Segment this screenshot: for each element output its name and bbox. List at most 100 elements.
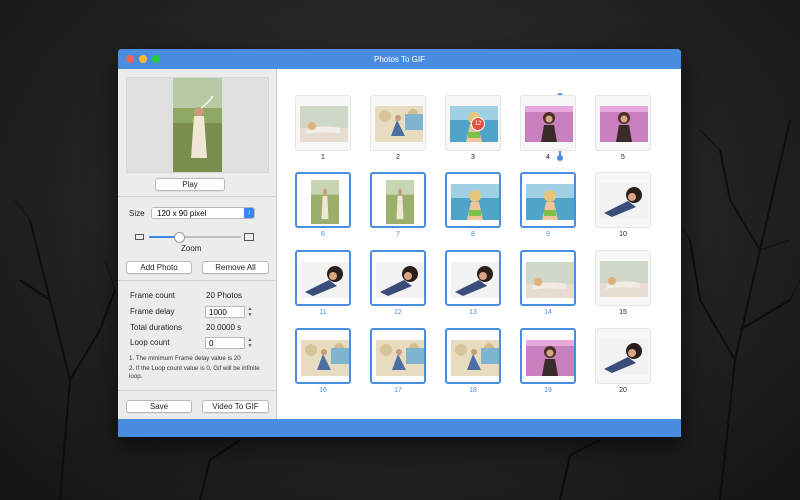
app-window: Photos To GIF Play Size 120 x 90 pixel ↕ xyxy=(118,49,681,437)
thumbnail-image xyxy=(301,340,349,376)
thumbnail-frame xyxy=(370,172,426,228)
zoom-slider-knob[interactable] xyxy=(174,232,186,243)
divider xyxy=(118,196,276,197)
thumbnail-frame xyxy=(295,172,351,228)
zoom-in-icon xyxy=(244,233,254,241)
add-photo-button[interactable]: Add Photo xyxy=(126,261,192,274)
photo-number: 11 xyxy=(319,309,327,316)
save-button[interactable]: Save xyxy=(126,400,192,413)
photo-number: 7 xyxy=(396,231,400,238)
photo-number: 13 xyxy=(469,309,477,316)
photo-number: 18 xyxy=(469,387,477,394)
frame-count-value: 20 Photos xyxy=(206,291,243,300)
photo-number: 12 xyxy=(394,309,402,316)
photo-number: 9 xyxy=(546,231,550,238)
photo-number: 15 xyxy=(619,309,627,316)
title-bar[interactable]: Photos To GIF xyxy=(118,49,681,69)
photo-number: 16 xyxy=(319,387,327,394)
loop-count-value: 0 xyxy=(209,338,214,348)
thumbnail-image xyxy=(526,340,574,376)
thumbnail-frame xyxy=(445,172,501,228)
photo-number: 8 xyxy=(471,231,475,238)
photo-number: 20 xyxy=(619,387,627,394)
photo-grid: 1 2 3 4 5 6 7 8 9 10 11 12 13 14 15 16 17 18 19 20 12 xyxy=(277,69,681,419)
thumbnail-image xyxy=(600,339,648,375)
size-select[interactable]: 120 x 90 pixel ↕ xyxy=(151,207,255,219)
thumbnail-frame xyxy=(595,250,651,306)
zoom-slider[interactable] xyxy=(149,232,241,243)
thumbnail-frame xyxy=(520,250,576,306)
play-button-label: Play xyxy=(182,180,198,189)
photo-number: 4 xyxy=(546,154,550,161)
photo-number: 6 xyxy=(321,231,325,238)
loop-count-field[interactable]: 0 xyxy=(205,337,245,349)
settings-sidebar: Play Size 120 x 90 pixel ↕ Zoom Add Phot… xyxy=(118,69,277,419)
frame-delay-stepper[interactable]: ▲ ▼ xyxy=(246,306,254,318)
zoom-out-icon xyxy=(135,234,144,240)
photo-number: 10 xyxy=(619,231,627,238)
photo-number: 5 xyxy=(621,154,625,161)
thumbnail-image xyxy=(376,262,424,298)
thumbnail-frame xyxy=(370,328,426,384)
thumbnail-image xyxy=(526,262,574,298)
thumbnail-frame xyxy=(370,250,426,306)
save-button-label: Save xyxy=(149,402,169,411)
loop-count-stepper[interactable]: ▲ ▼ xyxy=(246,337,254,349)
thumbnail-image xyxy=(301,262,349,298)
drag-count-badge: 12 xyxy=(471,117,485,131)
thumbnail-image xyxy=(451,262,499,298)
frame-delay-label: Frame delay xyxy=(130,307,175,316)
photo-number: 14 xyxy=(544,309,552,316)
loop-count-label: Loop count xyxy=(130,338,170,347)
thumbnail-image xyxy=(526,184,574,220)
photo-number: 17 xyxy=(394,387,402,394)
photo-number: 1 xyxy=(321,154,325,161)
thumbnail-image xyxy=(451,340,499,376)
thumbnail-frame xyxy=(445,250,501,306)
thumbnail-image xyxy=(300,106,348,142)
total-durations-label: Total durations xyxy=(130,323,183,332)
zoom-window-button[interactable] xyxy=(152,55,160,63)
minimize-window-button[interactable] xyxy=(139,55,147,63)
thumbnail-image xyxy=(451,184,499,220)
size-select-value: 120 x 90 pixel xyxy=(157,208,207,218)
bottom-bar xyxy=(118,419,681,437)
video-to-gif-button[interactable]: Video To GIF xyxy=(202,400,269,413)
thumbnail-frame xyxy=(295,250,351,306)
chevron-updown-icon: ↕ xyxy=(244,208,254,218)
thumbnail-frame xyxy=(370,95,426,151)
frame-count-label: Frame count xyxy=(130,291,175,300)
add-photo-label: Add Photo xyxy=(140,263,178,272)
thumbnail-image xyxy=(376,340,424,376)
total-durations-value: 20.0000 s xyxy=(206,323,242,332)
zoom-label: Zoom xyxy=(181,244,202,253)
window-title: Photos To GIF xyxy=(374,54,425,64)
thumbnail-image xyxy=(525,106,573,142)
remove-all-button[interactable]: Remove All xyxy=(202,261,269,274)
thumbnail-image xyxy=(600,261,648,297)
thumbnail-frame xyxy=(295,95,351,151)
play-button[interactable]: Play xyxy=(155,178,225,191)
thumbnail-frame xyxy=(295,328,351,384)
video-to-gif-label: Video To GIF xyxy=(212,402,259,411)
thumbnail-frame xyxy=(520,95,576,151)
thumbnail-frame xyxy=(520,172,576,228)
thumbnail-frame xyxy=(595,172,651,228)
note-loop-count: 2. If the Loop count value is 0, Gif wil… xyxy=(129,365,260,380)
thumbnail-frame xyxy=(595,95,651,151)
note-frame-delay: 1. The minimum Frame delay value is 20 xyxy=(129,355,241,362)
size-label: Size xyxy=(129,209,145,218)
photo-number: 2 xyxy=(396,154,400,161)
frame-delay-field[interactable]: 1000 xyxy=(205,306,245,318)
close-window-button[interactable] xyxy=(126,55,134,63)
thumbnail-frame xyxy=(595,328,651,384)
photo-number: 19 xyxy=(544,387,552,394)
thumbnail-image xyxy=(311,180,339,224)
gif-preview xyxy=(126,77,269,173)
thumbnail-frame xyxy=(520,328,576,384)
divider xyxy=(118,390,276,391)
photo-number: 3 xyxy=(471,154,475,161)
preview-image xyxy=(173,78,222,172)
thumbnail-image xyxy=(386,180,414,224)
frame-delay-value: 1000 xyxy=(209,307,227,317)
